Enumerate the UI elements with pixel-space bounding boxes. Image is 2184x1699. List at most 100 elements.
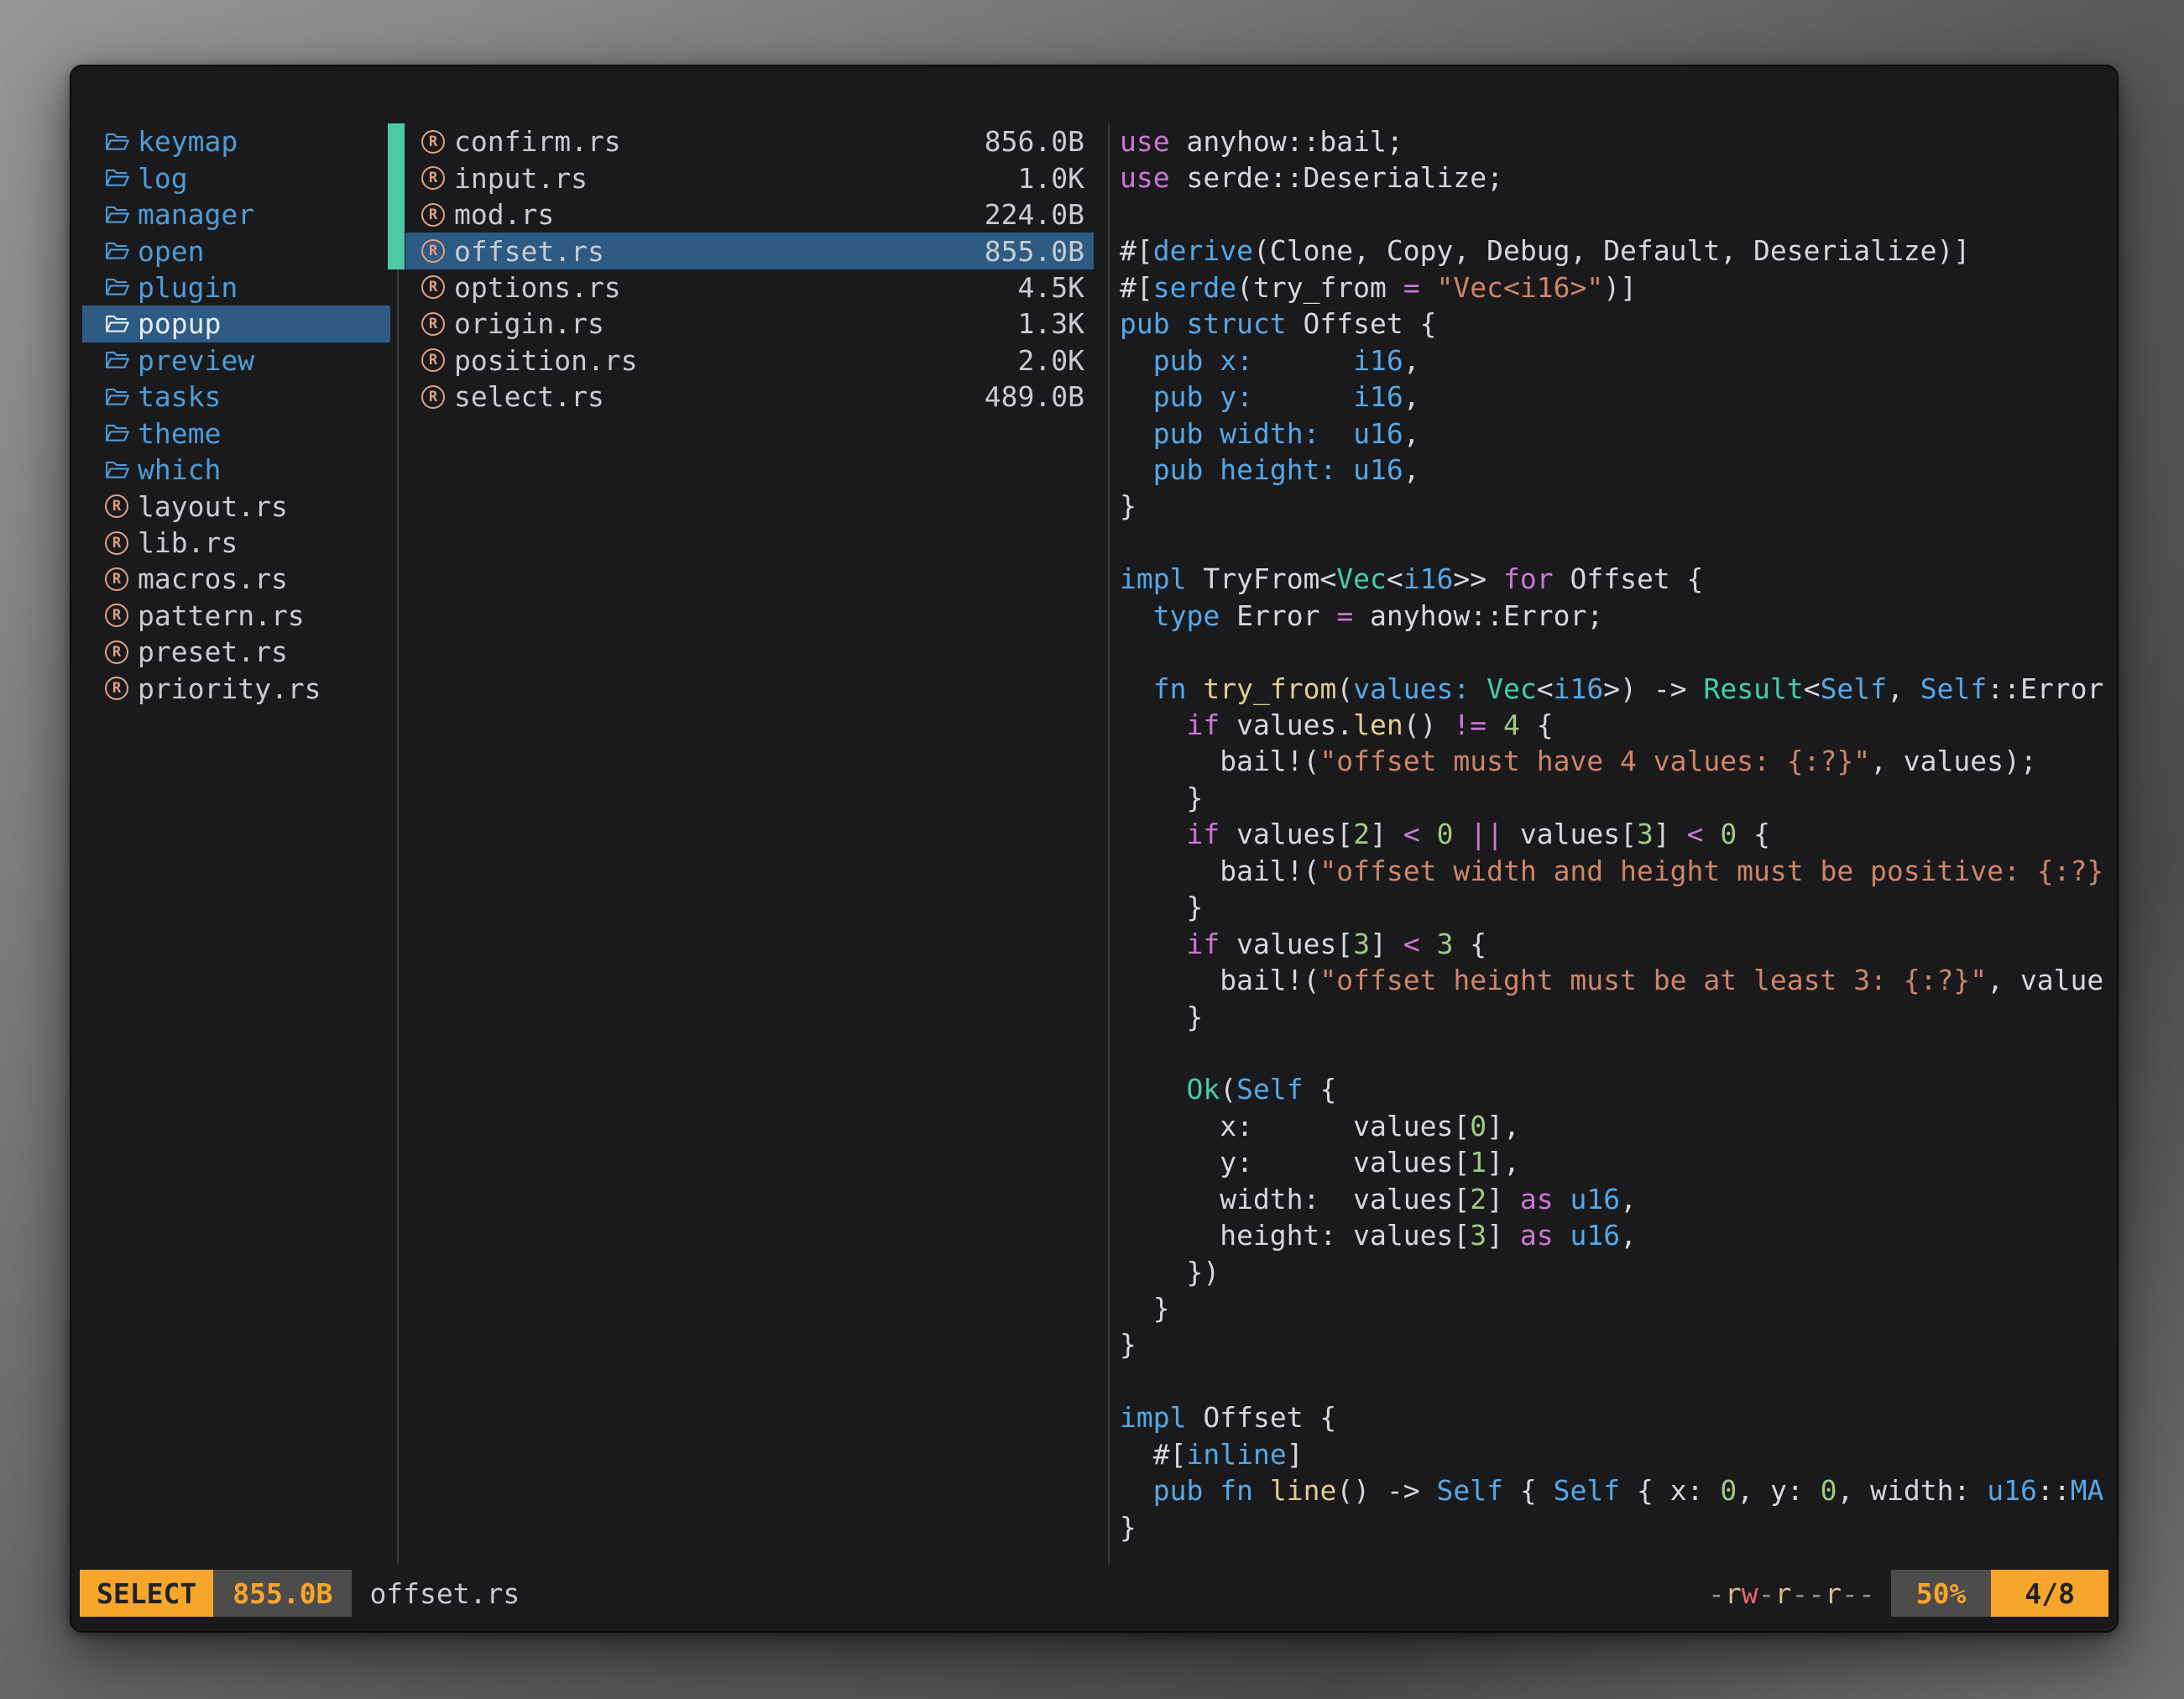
code-token [1420, 271, 1437, 304]
code-token: () [1403, 708, 1454, 741]
code-token: Vec [1336, 562, 1387, 595]
file-item-pattern.rs[interactable]: pattern.rs [82, 598, 390, 634]
code-token: "offset must have 4 values: {:?}" [1319, 745, 1870, 777]
code-token: Vec [1486, 672, 1537, 705]
code-token: = [1403, 271, 1420, 304]
rust-file-icon [421, 385, 445, 409]
code-token: } [1120, 782, 1203, 814]
file-row-origin.rs[interactable]: origin.rs1.3K [405, 306, 1094, 342]
dir-item-popup[interactable]: popup [82, 306, 390, 342]
file-name: offset.rs [454, 235, 985, 268]
code-token [1187, 672, 1204, 705]
dir-item-preview[interactable]: preview [82, 342, 390, 379]
code-token: for [1503, 562, 1554, 595]
file-row-select.rs[interactable]: select.rs489.0B [405, 379, 1094, 415]
file-item-layout.rs[interactable]: layout.rs [82, 488, 390, 524]
code-token: Self [1920, 672, 1987, 705]
folder-icon [105, 240, 130, 262]
code-line: } [1120, 1326, 2119, 1362]
item-label: manager [138, 198, 254, 231]
code-line: if values[3] < 3 { [1120, 926, 2119, 962]
code-token: ( [1336, 672, 1353, 705]
rust-file-icon [421, 275, 445, 299]
code-token: values[ [1220, 818, 1353, 850]
dir-item-manager[interactable]: manager [82, 196, 390, 233]
rust-file-icon [421, 312, 445, 336]
item-label: preset.rs [138, 635, 288, 668]
code-line: if values.len() != 4 { [1120, 707, 2119, 743]
code-line: bail!("offset width and height must be p… [1120, 853, 2119, 889]
code-token: if [1186, 818, 1220, 850]
code-token: = [1336, 599, 1353, 632]
file-row-options.rs[interactable]: options.rs4.5K [405, 269, 1094, 306]
code-token: != [1453, 708, 1486, 741]
dir-item-plugin[interactable]: plugin [82, 269, 390, 306]
code-token: Self [1236, 1073, 1303, 1106]
code-line: pub width: u16, [1120, 416, 2119, 452]
code-line: } [1120, 780, 2119, 816]
code-token: fn [1153, 672, 1187, 705]
parent-directory-pane: keymaplogmanageropenpluginpopuppreviewta… [82, 123, 390, 707]
code-line [1120, 196, 2119, 233]
file-row-input.rs[interactable]: input.rs1.0K [405, 159, 1094, 196]
code-token: bail!( [1120, 855, 1319, 887]
code-token: < [1403, 818, 1420, 850]
item-label: plugin [138, 271, 238, 304]
file-size: 1.0K [1018, 162, 1084, 195]
code-token [1336, 453, 1353, 486]
code-token [1486, 708, 1503, 741]
file-row-position.rs[interactable]: position.rs2.0K [405, 342, 1094, 379]
code-token: , [1403, 344, 1420, 377]
code-token: #[ [1120, 234, 1153, 267]
dir-item-which[interactable]: which [82, 452, 390, 488]
code-line: if values[2] < 0 || values[3] < 0 { [1120, 816, 2119, 852]
code-token: { [1737, 818, 1770, 850]
code-token: use [1120, 161, 1170, 194]
code-token: >) -> [1603, 672, 1703, 705]
code-token: } [1120, 1001, 1203, 1033]
code-token: , value [1987, 964, 2103, 996]
perm-token: -- [1791, 1577, 1825, 1610]
code-token: as [1520, 1183, 1554, 1215]
code-token: type [1153, 599, 1220, 632]
file-name: mod.rs [454, 198, 985, 231]
rust-file-icon [421, 203, 445, 227]
dir-item-tasks[interactable]: tasks [82, 379, 390, 415]
cursor-position-badge: 4/8 [1991, 1570, 2108, 1617]
item-label: lib.rs [138, 526, 238, 559]
file-item-lib.rs[interactable]: lib.rs [82, 525, 390, 561]
code-token: )] [1603, 271, 1637, 304]
code-token: values[ [1503, 818, 1637, 850]
code-token [1120, 672, 1153, 705]
item-label: priority.rs [138, 672, 321, 705]
file-item-priority.rs[interactable]: priority.rs [82, 671, 390, 707]
code-token: ( [1220, 1073, 1236, 1106]
code-token: values: [1353, 672, 1470, 705]
dir-item-log[interactable]: log [82, 159, 390, 196]
folder-icon [105, 422, 130, 444]
file-item-macros.rs[interactable]: macros.rs [82, 561, 390, 597]
status-right-group: -rw-r--r-- 50% 4/8 [1708, 1570, 2108, 1617]
code-token: (Clone, Copy, Debug, Default, Deserializ… [1253, 234, 1970, 267]
code-token: Self [1437, 1474, 1503, 1507]
file-item-preset.rs[interactable]: preset.rs [82, 634, 390, 670]
dir-item-theme[interactable]: theme [82, 416, 390, 452]
code-token [1704, 818, 1721, 850]
code-token [1253, 1474, 1270, 1507]
file-size: 489.0B [985, 380, 1084, 413]
dir-item-open[interactable]: open [82, 233, 390, 269]
current-filename-label: offset.rs [369, 1577, 520, 1610]
perm-token: r [1825, 1577, 1842, 1610]
code-token: Offset { [1554, 562, 1704, 595]
folder-icon [105, 313, 130, 335]
file-row-offset.rs[interactable]: offset.rs855.0B [405, 233, 1094, 269]
code-line: Ok(Self { [1120, 1071, 2119, 1107]
file-name: position.rs [454, 344, 1018, 377]
code-token [1420, 818, 1437, 850]
dir-item-keymap[interactable]: keymap [82, 123, 390, 159]
item-label: log [138, 162, 188, 195]
code-token: (try_from [1236, 271, 1403, 304]
file-row-confirm.rs[interactable]: confirm.rs856.0B [405, 123, 1094, 159]
code-line: use anyhow::bail; [1120, 123, 2119, 159]
file-row-mod.rs[interactable]: mod.rs224.0B [405, 196, 1094, 233]
